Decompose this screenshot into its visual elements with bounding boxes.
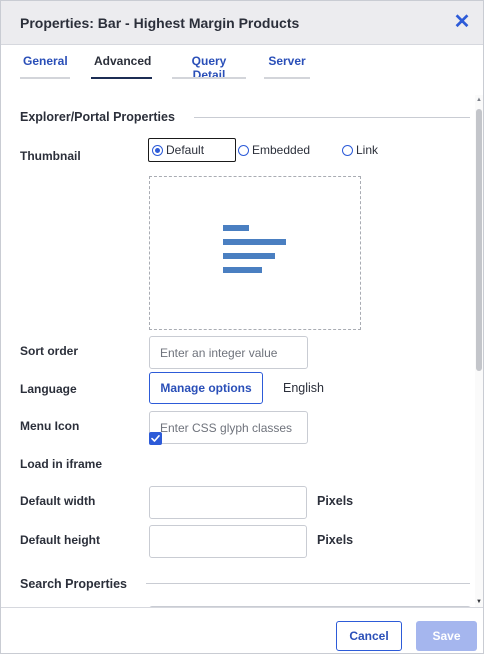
language-value: English: [283, 381, 324, 395]
checkmark-icon: [151, 435, 160, 442]
content-area[interactable]: Explorer/Portal Properties Thumbnail Def…: [1, 95, 475, 607]
tab-advanced-label: Advanced: [94, 54, 152, 68]
tab-server[interactable]: Server: [264, 54, 310, 79]
radio-link-label: Link: [356, 143, 379, 157]
tab-general[interactable]: General: [20, 54, 70, 79]
properties-dialog: Properties: Bar - Highest Margin Product…: [0, 0, 484, 654]
section-divider: [194, 117, 470, 118]
radio-embedded-label: Embedded: [252, 143, 311, 157]
radio-default-label: Default: [166, 143, 205, 157]
default-width-label: Default width: [20, 494, 96, 508]
section-title-explorer: Explorer/Portal Properties: [20, 110, 175, 124]
dialog-titlebar: Properties: Bar - Highest Margin Product…: [1, 1, 483, 45]
scrollbar-thumb[interactable]: [476, 109, 482, 371]
default-height-unit: Pixels: [317, 533, 354, 547]
tab-general-label: General: [23, 54, 68, 68]
menu-icon-label: Menu Icon: [20, 419, 80, 433]
tab-query-detail[interactable]: Query Detail: [172, 54, 246, 82]
close-icon[interactable]: ✕: [451, 11, 473, 33]
radio-embedded[interactable]: Embedded: [238, 138, 310, 162]
dialog-footer: Cancel Save: [1, 607, 483, 653]
default-height-input[interactable]: [149, 525, 307, 558]
radio-default[interactable]: Default: [148, 138, 236, 162]
radio-embedded-indicator: [238, 144, 249, 156]
radio-default-indicator: [152, 144, 163, 156]
sort-order-label: Sort order: [20, 344, 79, 358]
load-in-iframe-label: Load in iframe: [20, 457, 103, 471]
language-label: Language: [20, 382, 77, 396]
vertical-scrollbar[interactable]: ▲ ▼: [475, 95, 483, 607]
default-height-label: Default height: [20, 533, 100, 547]
tab-advanced[interactable]: Advanced: [91, 54, 152, 79]
scroll-up-arrow-icon[interactable]: ▲: [476, 97, 482, 103]
menu-icon-input[interactable]: [149, 411, 308, 444]
load-in-iframe-checkbox[interactable]: [149, 432, 162, 445]
radio-link[interactable]: Link: [342, 138, 378, 162]
thumbnail-preview: [149, 176, 361, 330]
tab-bar: General Advanced Query Detail Server: [1, 45, 483, 95]
section-divider: [146, 583, 470, 584]
tab-server-label: Server: [268, 54, 306, 68]
radio-link-indicator: [342, 144, 353, 156]
thumbnail-label: Thumbnail: [20, 149, 81, 163]
dialog-title: Properties: Bar - Highest Margin Product…: [20, 15, 300, 31]
section-title-search: Search Properties: [20, 577, 127, 591]
cancel-button[interactable]: Cancel: [336, 621, 402, 651]
default-width-input[interactable]: [149, 486, 307, 519]
manage-options-button[interactable]: Manage options: [149, 372, 263, 404]
sort-order-input[interactable]: [149, 336, 308, 369]
bar-chart-icon: [223, 225, 286, 273]
default-width-unit: Pixels: [317, 494, 354, 508]
save-button[interactable]: Save: [416, 621, 477, 651]
scroll-down-arrow-icon[interactable]: ▼: [476, 599, 482, 605]
